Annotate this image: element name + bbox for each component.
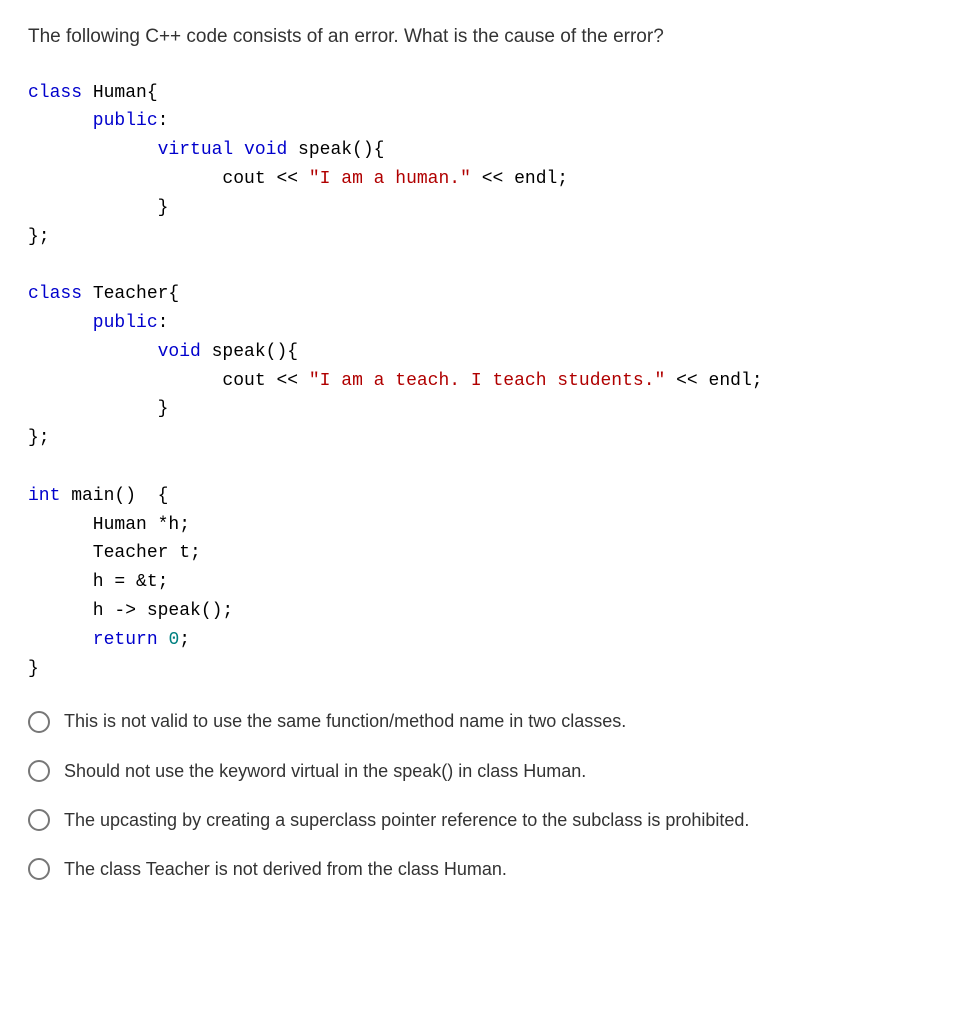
radio-icon[interactable] (28, 858, 50, 880)
code-text: main() { (60, 486, 168, 506)
question-text: The following C++ code consists of an er… (28, 24, 947, 51)
code-text: cout << (28, 169, 309, 189)
option-text: Should not use the keyword virtual in th… (64, 759, 586, 784)
code-string: "I am a human." (309, 169, 471, 189)
code-kw: return (28, 630, 168, 650)
code-text: speak(){ (287, 140, 384, 160)
code-text: Human{ (82, 83, 158, 103)
options-list: This is not valid to use the same functi… (28, 709, 947, 882)
option-text: This is not valid to use the same functi… (64, 709, 626, 734)
code-kw: void (28, 342, 201, 362)
option-4[interactable]: The class Teacher is not derived from th… (28, 857, 947, 882)
option-text: The upcasting by creating a superclass p… (64, 808, 749, 833)
code-number: 0 (168, 630, 179, 650)
option-3[interactable]: The upcasting by creating a superclass p… (28, 808, 947, 833)
radio-icon[interactable] (28, 760, 50, 782)
option-text: The class Teacher is not derived from th… (64, 857, 507, 882)
code-block: class Human{ public: virtual void speak(… (28, 79, 947, 684)
radio-icon[interactable] (28, 711, 50, 733)
code-text: << endl; (471, 169, 568, 189)
code-text: }; (28, 428, 50, 448)
code-text: : (158, 111, 169, 131)
code-kw: class (28, 83, 82, 103)
code-text: } (28, 659, 39, 679)
code-text: h = &t; (28, 572, 168, 592)
code-text: } (28, 198, 168, 218)
code-string: "I am a teach. I teach students." (309, 371, 665, 391)
code-text: h -> speak(); (28, 601, 233, 621)
code-text: << endl; (665, 371, 762, 391)
code-text: ; (179, 630, 190, 650)
code-kw: int (28, 486, 60, 506)
option-1[interactable]: This is not valid to use the same functi… (28, 709, 947, 734)
code-text: Human *h; (28, 515, 190, 535)
code-text: speak(){ (201, 342, 298, 362)
code-text: : (158, 313, 169, 333)
code-text: } (28, 399, 168, 419)
code-text: cout << (28, 371, 309, 391)
code-kw: public (28, 111, 158, 131)
code-kw: class (28, 284, 82, 304)
option-2[interactable]: Should not use the keyword virtual in th… (28, 759, 947, 784)
code-text: Teacher{ (82, 284, 179, 304)
radio-icon[interactable] (28, 809, 50, 831)
code-text: Teacher t; (28, 543, 201, 563)
code-kw: public (28, 313, 158, 333)
code-kw: virtual void (28, 140, 287, 160)
code-text: }; (28, 227, 50, 247)
